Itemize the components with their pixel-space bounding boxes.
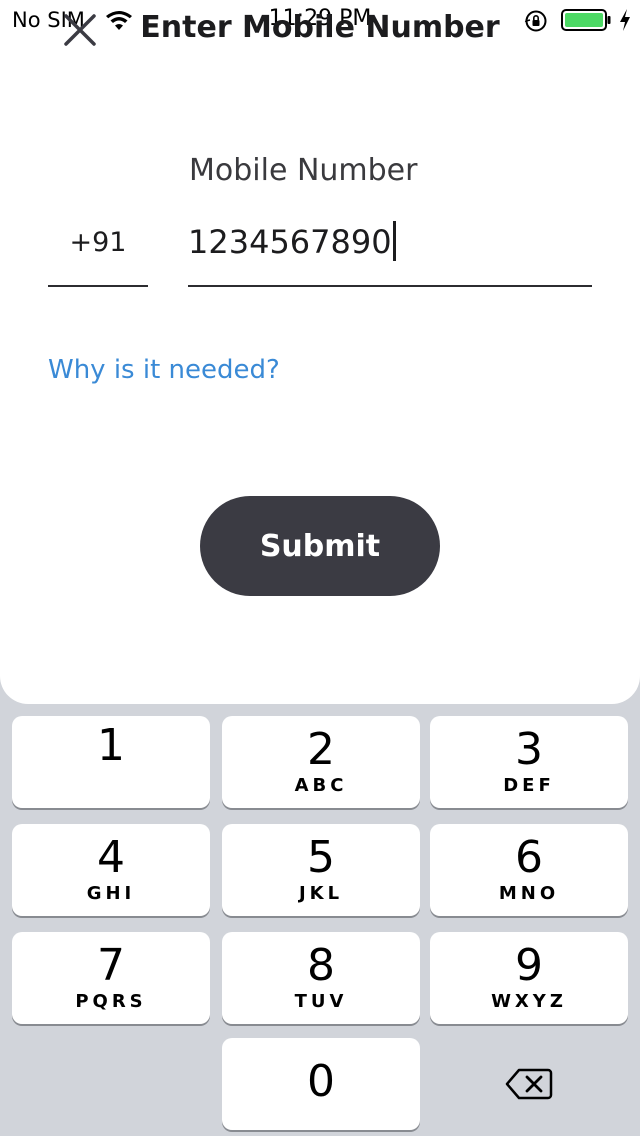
key-digit: 0 [307,1056,335,1107]
form-sheet [0,0,640,704]
key-4[interactable]: 4 GHI [12,824,210,916]
key-letters: GHI [86,883,136,904]
submit-button-label: Submit [259,528,381,564]
key-letters: ABC [294,775,348,796]
key-0[interactable]: 0 [222,1038,420,1130]
key-letters: TUV [294,991,348,1012]
mobile-number-input[interactable]: 1234567890 [188,220,396,264]
key-5[interactable]: 5 JKL [222,824,420,916]
key-digit: 5 [307,832,335,883]
key-3[interactable]: 3 DEF [430,716,628,808]
key-7[interactable]: 7 PQRS [12,932,210,1024]
key-9[interactable]: 9 WXYZ [430,932,628,1024]
country-code-field[interactable]: +91 [48,220,148,287]
key-letters: WXYZ [491,991,567,1012]
key-6[interactable]: 6 MNO [430,824,628,916]
key-digit: 3 [515,724,543,775]
key-letters: JKL [298,883,344,904]
key-2[interactable]: 2 ABC [222,716,420,808]
key-8[interactable]: 8 TUV [222,932,420,1024]
key-letters: DEF [503,775,555,796]
submit-button[interactable]: Submit [200,496,440,596]
key-digit: 2 [307,724,335,775]
key-digit: 8 [307,940,335,991]
key-digit: 4 [97,832,125,883]
text-cursor [392,221,396,261]
key-digit: 7 [97,940,125,991]
mobile-number-label: Mobile Number [189,153,418,188]
key-digit: 6 [515,832,543,883]
key-digit: 9 [515,940,543,991]
why-needed-link[interactable]: Why is it needed? [48,355,280,385]
key-1[interactable]: 1 [12,716,210,808]
mobile-number-value: 1234567890 [188,223,392,261]
delete-key[interactable] [430,1038,628,1130]
key-digit: 1 [97,720,125,771]
page-title: Enter Mobile Number [140,10,500,45]
key-letters: MNO [498,883,560,904]
mobile-number-field[interactable]: 1234567890 [188,216,592,287]
backspace-icon [505,1068,553,1100]
key-letters: PQRS [75,991,147,1012]
